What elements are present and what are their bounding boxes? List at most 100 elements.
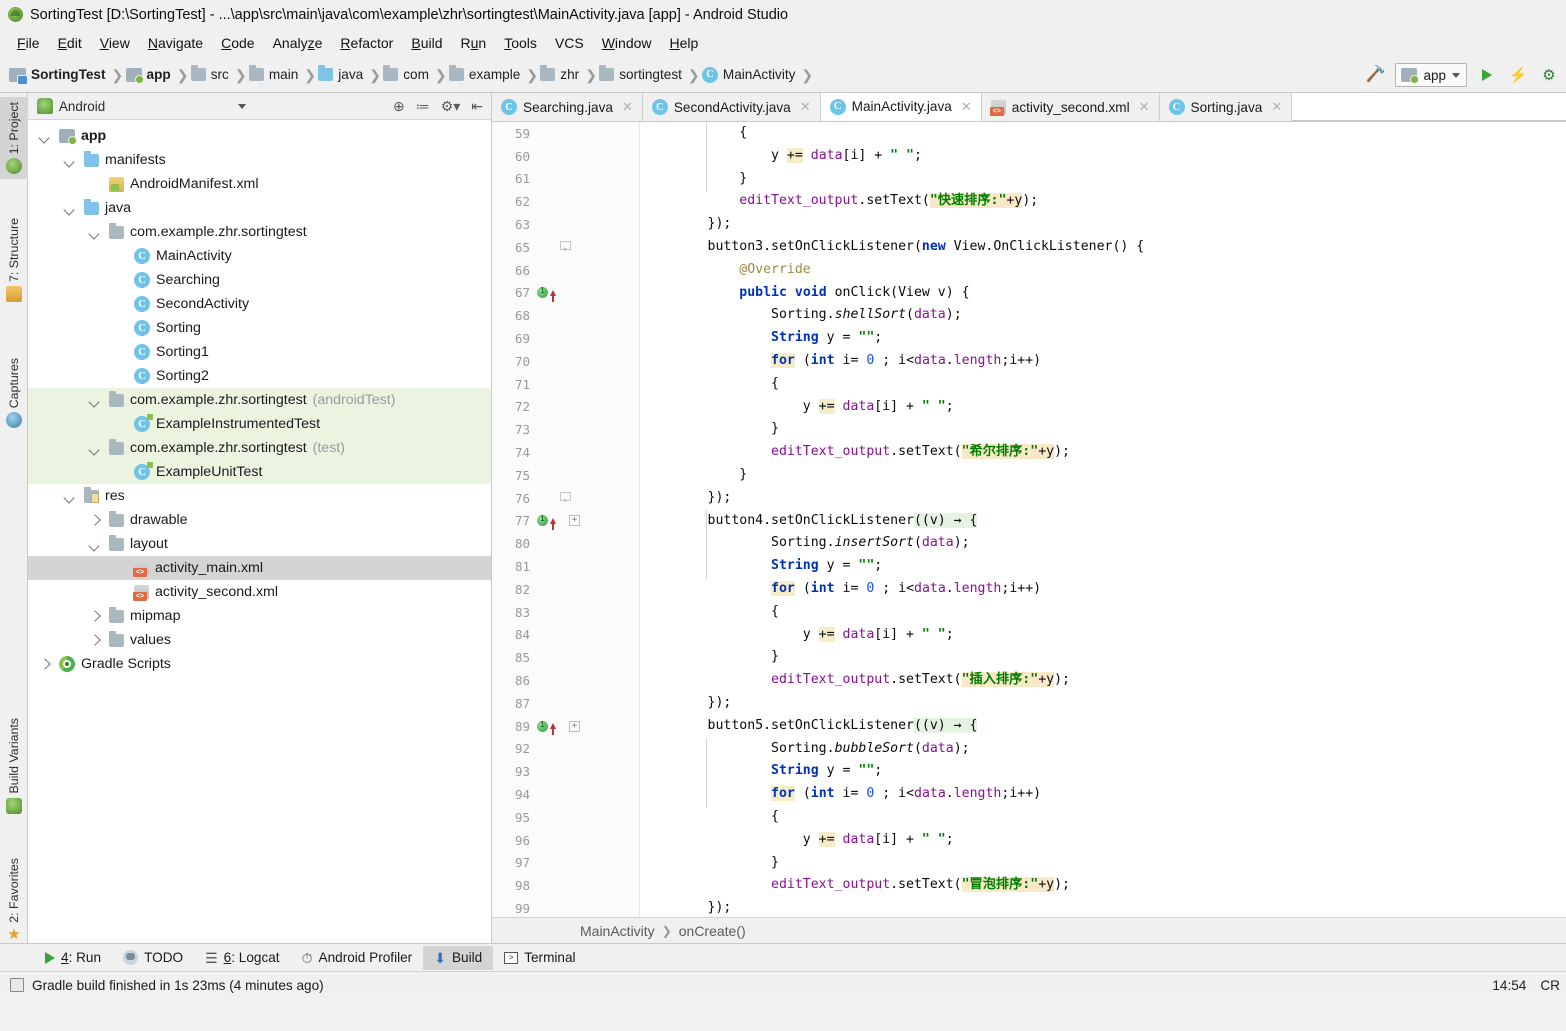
gutter-markers[interactable]	[534, 286, 564, 302]
tree-item-com-example-zhr-sortingtest[interactable]: com.example.zhr.sortingtest (androidTest…	[28, 388, 491, 412]
menu-run[interactable]: Run	[452, 32, 496, 54]
editor-tab-activity-second-xml[interactable]: activity_second.xml ✕	[981, 93, 1160, 121]
code-line[interactable]: String y = "";	[640, 760, 1566, 783]
bottom-tab-android-profiler[interactable]: ⏱ Android Profiler	[291, 946, 424, 970]
code-line[interactable]: String y = "";	[640, 555, 1566, 578]
tree-item-app[interactable]: app	[28, 124, 491, 148]
tree-item-exampleunittest[interactable]: C ExampleUnitTest	[28, 460, 491, 484]
gutter-markers[interactable]	[534, 241, 571, 253]
project-tree[interactable]: app manifests AndroidManifest.xml java com.e…	[28, 120, 491, 943]
code-line[interactable]: editText_output.setText("快速排序:"+y);	[640, 190, 1566, 213]
close-icon[interactable]: ✕	[1271, 99, 1282, 115]
menu-view[interactable]: View	[91, 32, 139, 54]
sidebar-item-captures[interactable]: Captures	[0, 353, 28, 433]
code-line[interactable]: });	[640, 692, 1566, 715]
code-line[interactable]: editText_output.setText("插入排序:"+y);	[640, 669, 1566, 692]
run-gutter-icon[interactable]	[537, 514, 548, 527]
editor-tab-secondactivity-java[interactable]: C SecondActivity.java ✕	[642, 93, 821, 121]
breadcrumb-item-project[interactable]: SortingTest	[9, 67, 108, 85]
code-line[interactable]: {	[640, 373, 1566, 396]
run-button[interactable]	[1476, 64, 1498, 86]
code-line[interactable]: });	[640, 213, 1566, 236]
breadcrumb-item-java[interactable]: java	[318, 65, 365, 82]
gutter-markers[interactable]: +	[534, 720, 580, 736]
sidebar-item-build-variants[interactable]: Build Variants	[0, 713, 28, 819]
code-line[interactable]: }	[640, 464, 1566, 487]
tree-item-androidmanifest-xml[interactable]: AndroidManifest.xml	[28, 172, 491, 196]
menu-help[interactable]: Help	[661, 32, 708, 54]
breadcrumb-item-sortingtest[interactable]: sortingtest	[599, 65, 684, 82]
menu-navigate[interactable]: Navigate	[139, 32, 212, 54]
tree-item-exampleinstrumentedtest[interactable]: C ExampleInstrumentedTest	[28, 412, 491, 436]
code-line[interactable]: {	[640, 601, 1566, 624]
editor-gutter[interactable]: 59 60 61 62 63 65 66 67 68 69 70 71 72 73 74 75 76 77 +80 8…	[492, 122, 640, 917]
chevron-right-icon[interactable]	[88, 514, 101, 527]
code-line[interactable]: for (int i= 0 ; i<data.length;i++)	[640, 783, 1566, 806]
chevron-down-icon[interactable]	[63, 202, 76, 215]
tree-item-values[interactable]: values	[28, 628, 491, 652]
breadcrumb-method[interactable]: onCreate()	[679, 923, 746, 939]
breadcrumb-item-app[interactable]: app	[125, 67, 173, 84]
menu-edit[interactable]: Edit	[49, 32, 91, 54]
collapse-all-icon[interactable]: ≔	[416, 99, 430, 113]
close-icon[interactable]: ✕	[1139, 99, 1150, 115]
code-line[interactable]: Sorting.bubbleSort(data);	[640, 738, 1566, 761]
locate-icon[interactable]: ⊕	[393, 99, 405, 113]
tree-item-sorting1[interactable]: C Sorting1	[28, 340, 491, 364]
code-line[interactable]: Sorting.shellSort(data);	[640, 304, 1566, 327]
status-encoding[interactable]: CR	[1540, 978, 1560, 993]
editor-code-column[interactable]: { y += data[i] + " "; } editText_output.…	[640, 122, 1566, 917]
breadcrumb-class[interactable]: MainActivity	[580, 923, 655, 939]
breadcrumb-item-src[interactable]: src	[190, 65, 231, 82]
chevron-down-icon[interactable]	[63, 490, 76, 503]
bottom-tab-build[interactable]: ⬇ Build	[423, 945, 494, 970]
bottom-tab-todo[interactable]: TODO	[112, 946, 194, 970]
breadcrumb-item-main[interactable]: main	[248, 65, 300, 82]
editor-tab-searching-java[interactable]: C Searching.java ✕	[492, 93, 643, 121]
code-line[interactable]: }	[640, 646, 1566, 669]
tree-item-sorting[interactable]: C Sorting	[28, 316, 491, 340]
editor-tab-mainactivity-java[interactable]: C MainActivity.java ✕	[820, 93, 982, 121]
tree-item-sorting2[interactable]: C Sorting2	[28, 364, 491, 388]
menu-analyze[interactable]: Analyze	[264, 32, 332, 54]
code-line[interactable]: {	[640, 122, 1566, 145]
tree-item-searching[interactable]: C Searching	[28, 268, 491, 292]
menu-code[interactable]: Code	[212, 32, 263, 54]
menu-refactor[interactable]: Refactor	[331, 32, 402, 54]
code-line[interactable]: String y = "";	[640, 327, 1566, 350]
tree-item-res[interactable]: res	[28, 484, 491, 508]
bottom-tab-terminal[interactable]: > Terminal	[493, 946, 586, 970]
code-line[interactable]: }	[640, 418, 1566, 441]
code-line[interactable]: for (int i= 0 ; i<data.length;i++)	[640, 350, 1566, 373]
code-line[interactable]: y += data[i] + " ";	[640, 396, 1566, 419]
code-line[interactable]: button4.setOnClickListener((v) → {	[640, 510, 1566, 533]
chevron-down-icon[interactable]	[238, 103, 246, 109]
override-arrow-icon[interactable]	[550, 289, 556, 302]
breadcrumb-item-com[interactable]: com	[383, 65, 431, 82]
tree-item-activity-second-xml[interactable]: activity_second.xml	[28, 580, 491, 604]
menu-build[interactable]: Build	[402, 32, 451, 54]
code-editor[interactable]: 59 60 61 62 63 65 66 67 68 69 70 71 72 73 74 75 76 77 +80 8…	[492, 122, 1566, 917]
tree-item-com-example-zhr-sortingtest[interactable]: com.example.zhr.sortingtest (test)	[28, 436, 491, 460]
apply-changes-button[interactable]: ⚡	[1507, 64, 1529, 86]
breadcrumb-item-zhr[interactable]: zhr	[540, 65, 581, 82]
breadcrumb-item-mainactivity[interactable]: C MainActivity	[701, 66, 798, 83]
run-gutter-icon[interactable]	[537, 286, 548, 299]
menu-window[interactable]: Window	[593, 32, 661, 54]
tree-item-java[interactable]: java	[28, 196, 491, 220]
sidebar-item-structure[interactable]: 7: Structure	[0, 213, 28, 307]
code-line[interactable]: Sorting.insertSort(data);	[640, 532, 1566, 555]
tree-item-mipmap[interactable]: mipmap	[28, 604, 491, 628]
fold-expand-icon[interactable]: +	[569, 720, 580, 732]
menu-file[interactable]: FFileile	[8, 32, 49, 54]
chevron-right-icon[interactable]	[38, 658, 51, 671]
chevron-down-icon[interactable]	[63, 154, 76, 167]
close-icon[interactable]: ✕	[622, 99, 633, 115]
hide-icon[interactable]: ⇤	[471, 99, 483, 113]
code-line[interactable]: });	[640, 897, 1566, 917]
close-icon[interactable]: ✕	[961, 99, 972, 115]
code-line[interactable]: y += data[i] + " ";	[640, 829, 1566, 852]
bottom-tab-logcat[interactable]: ☰ 6: Logcat	[194, 946, 291, 970]
sidebar-item-project[interactable]: 1: Project	[0, 97, 28, 180]
settings-gear-icon[interactable]: ⚙▾	[441, 99, 461, 113]
